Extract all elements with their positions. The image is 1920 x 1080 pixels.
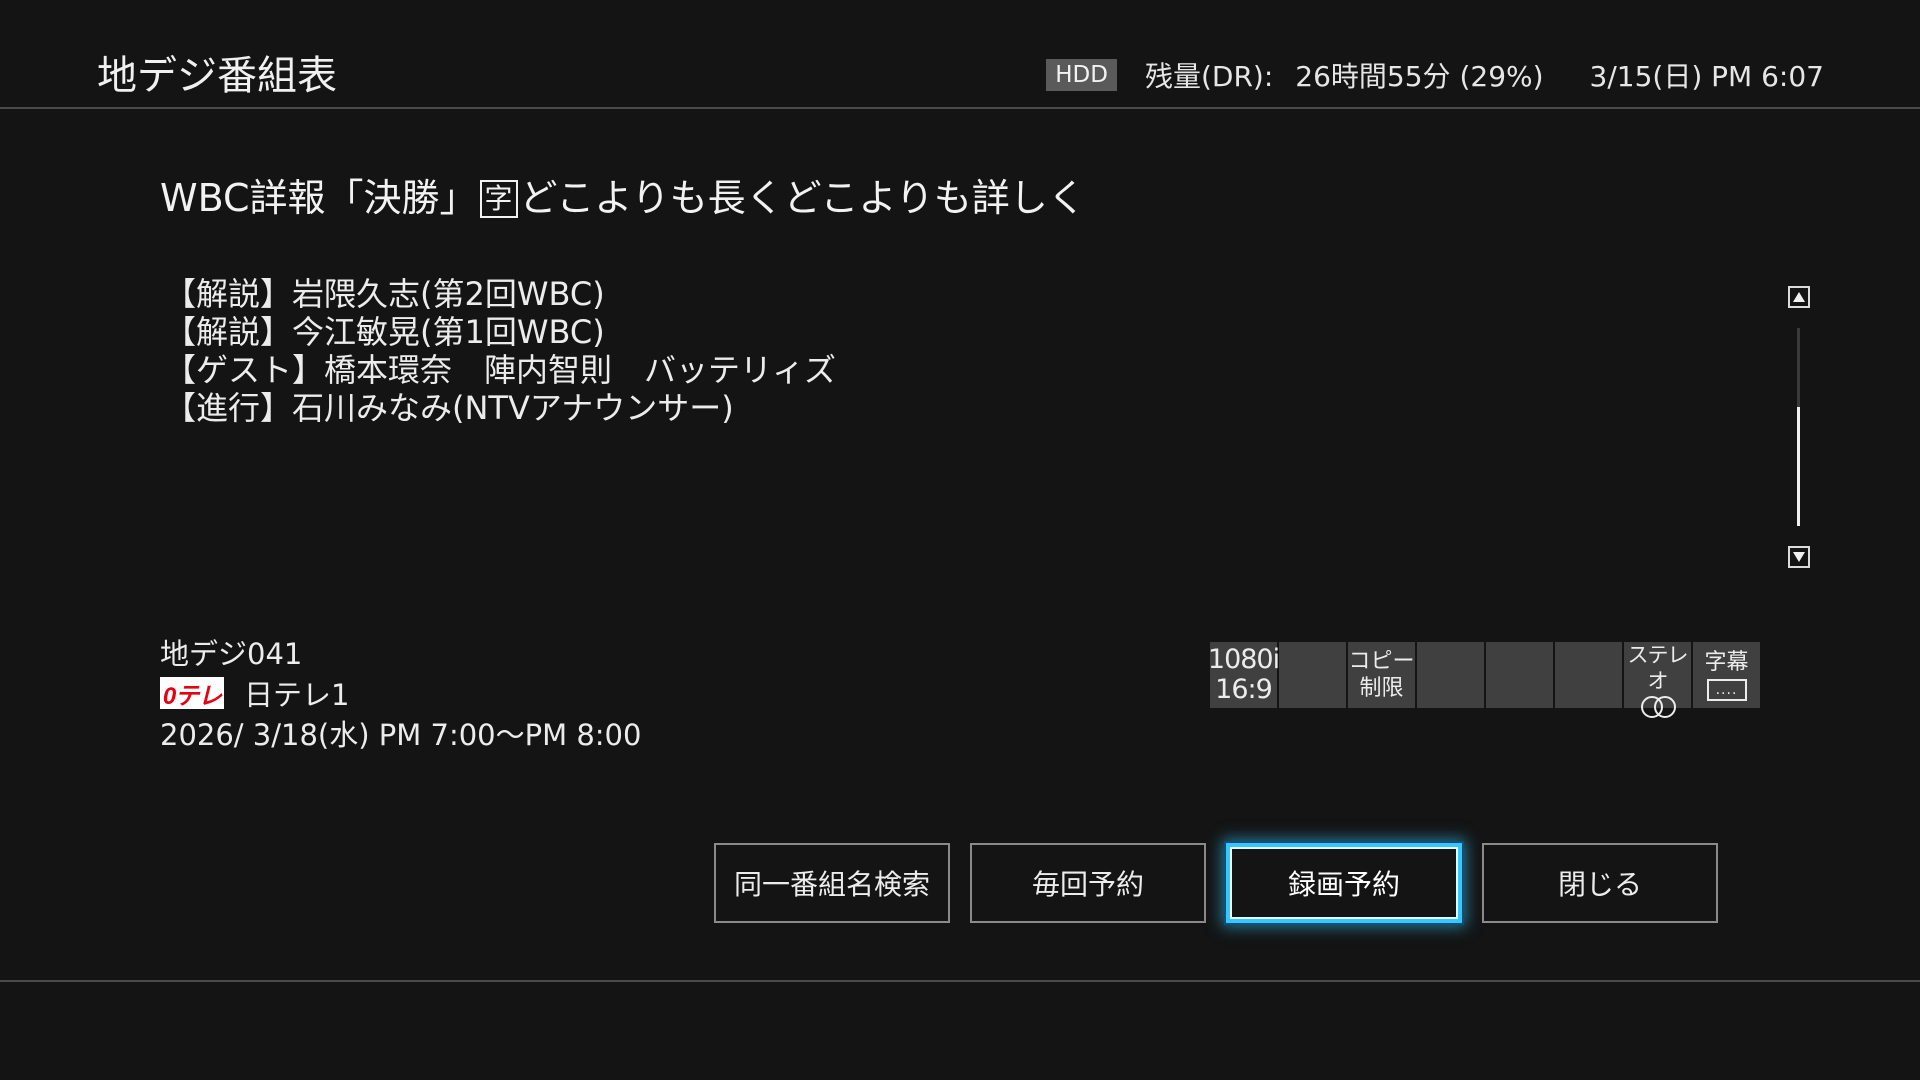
description-line: 【進行】石川みなみ(NTVアナウンサー) <box>164 389 734 427</box>
channel-code: 地デジ041 <box>160 637 303 671</box>
copy-restriction-line2: 制限 <box>1359 676 1404 701</box>
scrollbar-track[interactable] <box>1797 328 1800 526</box>
program-attributes: 1080i 16:9 コピー 制限 ステレオ 字幕 .... <box>1207 642 1760 718</box>
channel-name: 日テレ1 <box>244 678 350 712</box>
description-line: 【ゲスト】橋本環奈 陣内智則 バッテリィズ <box>164 351 837 389</box>
remaining-value: 26時間55分 (29%) <box>1295 60 1544 93</box>
channel-logo-text: 0テレ <box>162 682 222 710</box>
program-title: WBC詳報「決勝」字どこよりも長くどこよりも詳しく <box>160 172 1086 224</box>
stereo-icon <box>1638 696 1678 718</box>
video-resolution: 1080i <box>1207 644 1280 675</box>
record-reserve-button[interactable]: 録画予約 <box>1226 843 1462 923</box>
channel-logo: 0テレ <box>160 677 224 710</box>
audio-label: ステレオ <box>1627 643 1689 693</box>
empty-tile <box>1417 642 1484 708</box>
copy-restriction-line1: コピー <box>1348 649 1415 674</box>
empty-tile <box>1555 642 1622 708</box>
program-description: 【解説】岩隈久志(第2回WBC) 【解説】今江敏晃(第1回WBC) 【ゲスト】橋… <box>164 275 836 427</box>
subtitle-mark-icon: 字 <box>479 180 518 218</box>
scroll-down-icon[interactable] <box>1788 546 1810 568</box>
storage-badge: HDD <box>1046 59 1117 91</box>
remaining-label: 残量(DR): <box>1144 60 1274 93</box>
video-aspect: 16:9 <box>1215 674 1273 705</box>
program-title-sub: どこよりも長くどこよりも詳しく <box>519 176 1086 220</box>
caption-tile: 字幕 .... <box>1693 642 1760 708</box>
program-detail-screen: 地デジ番組表 HDD 残量(DR): 26時間55分 (29%) 3/15(日)… <box>0 0 1920 1080</box>
header-divider <box>0 107 1920 109</box>
audio-tile: ステレオ <box>1624 642 1691 718</box>
current-datetime: 3/15(日) PM 6:07 <box>1589 60 1824 93</box>
empty-tile <box>1279 642 1346 708</box>
same-title-search-button[interactable]: 同一番組名検索 <box>714 843 950 923</box>
program-title-main: WBC詳報「決勝」 <box>160 176 478 220</box>
caption-icon: .... <box>1706 679 1747 701</box>
empty-tile <box>1486 642 1553 708</box>
video-format-tile: 1080i 16:9 <box>1207 642 1280 708</box>
every-time-reserve-button[interactable]: 毎回予約 <box>970 843 1206 923</box>
description-line: 【解説】今江敏晃(第1回WBC) <box>164 313 605 351</box>
scroll-up-icon[interactable] <box>1788 286 1810 308</box>
channel-row: 0テレ 日テレ1 <box>160 676 349 712</box>
page-title: 地デジ番組表 <box>97 53 337 99</box>
program-airtime: 2026/ 3/18(水) PM 7:00〜PM 8:00 <box>160 718 642 752</box>
copy-restriction-tile: コピー 制限 <box>1348 642 1415 708</box>
action-buttons: 同一番組名検索 毎回予約 録画予約 閉じる <box>714 843 1718 923</box>
caption-label: 字幕 <box>1704 650 1749 675</box>
footer-divider <box>0 980 1920 982</box>
status-bar: HDD 残量(DR): 26時間55分 (29%) 3/15(日) PM 6:0… <box>1046 55 1824 95</box>
description-line: 【解説】岩隈久志(第2回WBC) <box>164 275 605 313</box>
scrollbar-thumb[interactable] <box>1797 407 1800 526</box>
close-button[interactable]: 閉じる <box>1482 843 1718 923</box>
